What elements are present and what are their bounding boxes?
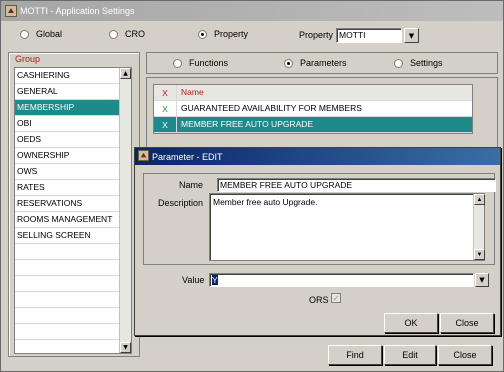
group-item-membership[interactable]: MEMBERSHIP: [15, 100, 119, 116]
arrow-up-icon: ▲: [476, 196, 483, 203]
edit-label: Edit: [402, 350, 418, 360]
group-item-empty: [15, 244, 119, 260]
radio-dot-selected: [284, 58, 293, 68]
dialog-title: Parameter - EDIT: [152, 151, 223, 162]
tab-parameters-label: Parameters: [300, 58, 347, 68]
checkmark-icon: ✓: [332, 293, 340, 303]
scope-property-radio[interactable]: Property: [198, 29, 248, 39]
value-field[interactable]: Y: [209, 273, 474, 287]
scroll-up-button[interactable]: ▲: [474, 194, 485, 205]
description-label: Description: [158, 198, 204, 208]
group-list[interactable]: CASHIERING GENERAL MEMBERSHIP OBI OEDS O…: [14, 67, 132, 354]
tab-functions-radio[interactable]: Functions: [173, 58, 228, 68]
property-dropdown-button[interactable]: ▼: [404, 28, 419, 43]
window-titlebar[interactable]: MOTTI - Application Settings: [1, 1, 503, 21]
find-label: Find: [346, 350, 364, 360]
find-button[interactable]: Find: [328, 345, 382, 365]
radio-dot: [173, 58, 182, 68]
scroll-up-button[interactable]: ▲: [120, 68, 131, 79]
group-item-ownership[interactable]: OWNERSHIP: [15, 148, 119, 164]
dialog-app-icon: [138, 149, 149, 164]
property-label: Property: [299, 30, 334, 40]
chevron-down-icon: ▼: [408, 31, 415, 40]
scroll-down-button[interactable]: ▼: [120, 342, 131, 353]
grid-row-name: GUARANTEED AVAILABILITY FOR MEMBERS: [176, 101, 472, 116]
dialog-close-label: Close: [455, 318, 479, 328]
arrow-up-icon: ▲: [123, 70, 128, 77]
grid-header-x: X: [162, 87, 168, 98]
radio-dot: [109, 29, 118, 39]
dialog-close-button[interactable]: Close: [440, 313, 494, 333]
group-item-reservations[interactable]: RESERVATIONS: [15, 196, 119, 212]
group-item-rates[interactable]: RATES: [15, 180, 119, 196]
radio-dot: [394, 58, 403, 68]
grid-row-selected[interactable]: X MEMBER FREE AUTO UPGRADE: [154, 117, 472, 133]
close-button[interactable]: Close: [438, 345, 492, 365]
app-icon: [4, 5, 17, 18]
parameter-edit-dialog: Parameter - EDIT Name MEMBER FREE AUTO U…: [134, 147, 501, 336]
ok-button[interactable]: OK: [384, 313, 438, 333]
tab-parameters-radio[interactable]: Parameters: [284, 58, 347, 68]
ors-label: ORS: [309, 295, 329, 305]
scope-property-label: Property: [214, 29, 249, 39]
radio-dot-selected: [198, 29, 207, 39]
description-text: Member free auto Upgrade.: [213, 197, 318, 207]
scope-cro-radio[interactable]: CRO: [109, 29, 145, 39]
group-item-cashiering[interactable]: CASHIERING: [15, 68, 119, 84]
close-label: Close: [453, 350, 477, 360]
ors-checkbox[interactable]: ✓: [331, 293, 341, 303]
radio-dot: [20, 29, 29, 39]
group-item-empty: [15, 324, 119, 340]
edit-button[interactable]: Edit: [384, 345, 436, 365]
name-label: Name: [179, 180, 204, 190]
group-item-oeds[interactable]: OEDS: [15, 132, 119, 148]
window-title: MOTTI - Application Settings: [20, 6, 135, 16]
tab-functions-label: Functions: [189, 58, 229, 68]
scroll-down-button[interactable]: ▼: [474, 249, 485, 260]
scope-cro-label: CRO: [125, 29, 145, 39]
group-item-selling-screen[interactable]: SELLING SCREEN: [15, 228, 119, 244]
group-item-obi[interactable]: OBI: [15, 116, 119, 132]
tab-settings-label: Settings: [410, 58, 443, 68]
parameters-grid[interactable]: X Name X GUARANTEED AVAILABILITY FOR MEM…: [153, 84, 473, 134]
dialog-titlebar[interactable]: Parameter - EDIT: [135, 148, 500, 165]
group-item-empty: [15, 292, 119, 308]
application-settings-window: MOTTI - Application Settings Global CRO …: [0, 0, 504, 372]
group-item-empty: [15, 260, 119, 276]
grid-header: X Name: [154, 85, 472, 101]
group-list-scrollbar[interactable]: ▲ ▼: [119, 68, 131, 353]
arrow-down-icon: ▼: [476, 251, 483, 258]
description-textarea[interactable]: Member free auto Upgrade. ▲ ▼: [209, 193, 485, 261]
group-item-rooms-management[interactable]: ROOMS MANAGEMENT: [15, 212, 119, 228]
grid-header-name[interactable]: Name: [176, 85, 472, 100]
property-field[interactable]: MOTTI: [336, 28, 402, 43]
description-scrollbar[interactable]: ▲ ▼: [473, 194, 485, 260]
group-item-empty: [15, 308, 119, 324]
grid-row[interactable]: X GUARANTEED AVAILABILITY FOR MEMBERS: [154, 101, 472, 117]
value-dropdown-button[interactable]: ▼: [475, 273, 489, 287]
group-item-general[interactable]: GENERAL: [15, 84, 119, 100]
group-title: Group: [15, 54, 41, 64]
group-item-ows[interactable]: OWS: [15, 164, 119, 180]
arrow-down-icon: ▼: [123, 344, 128, 351]
chevron-down-icon: ▼: [479, 276, 485, 284]
scope-global-label: Global: [36, 29, 63, 39]
grid-row-x[interactable]: X: [154, 104, 176, 114]
grid-row-name: MEMBER FREE AUTO UPGRADE: [176, 117, 472, 132]
tab-settings-radio[interactable]: Settings: [394, 58, 443, 68]
value-text: Y: [212, 275, 218, 285]
scope-global-radio[interactable]: Global: [20, 29, 62, 39]
group-item-empty: [15, 276, 119, 292]
grid-row-x[interactable]: X: [154, 120, 176, 130]
name-field[interactable]: MEMBER FREE AUTO UPGRADE: [217, 178, 496, 192]
ok-label: OK: [404, 318, 418, 328]
value-label: Value: [182, 275, 205, 285]
